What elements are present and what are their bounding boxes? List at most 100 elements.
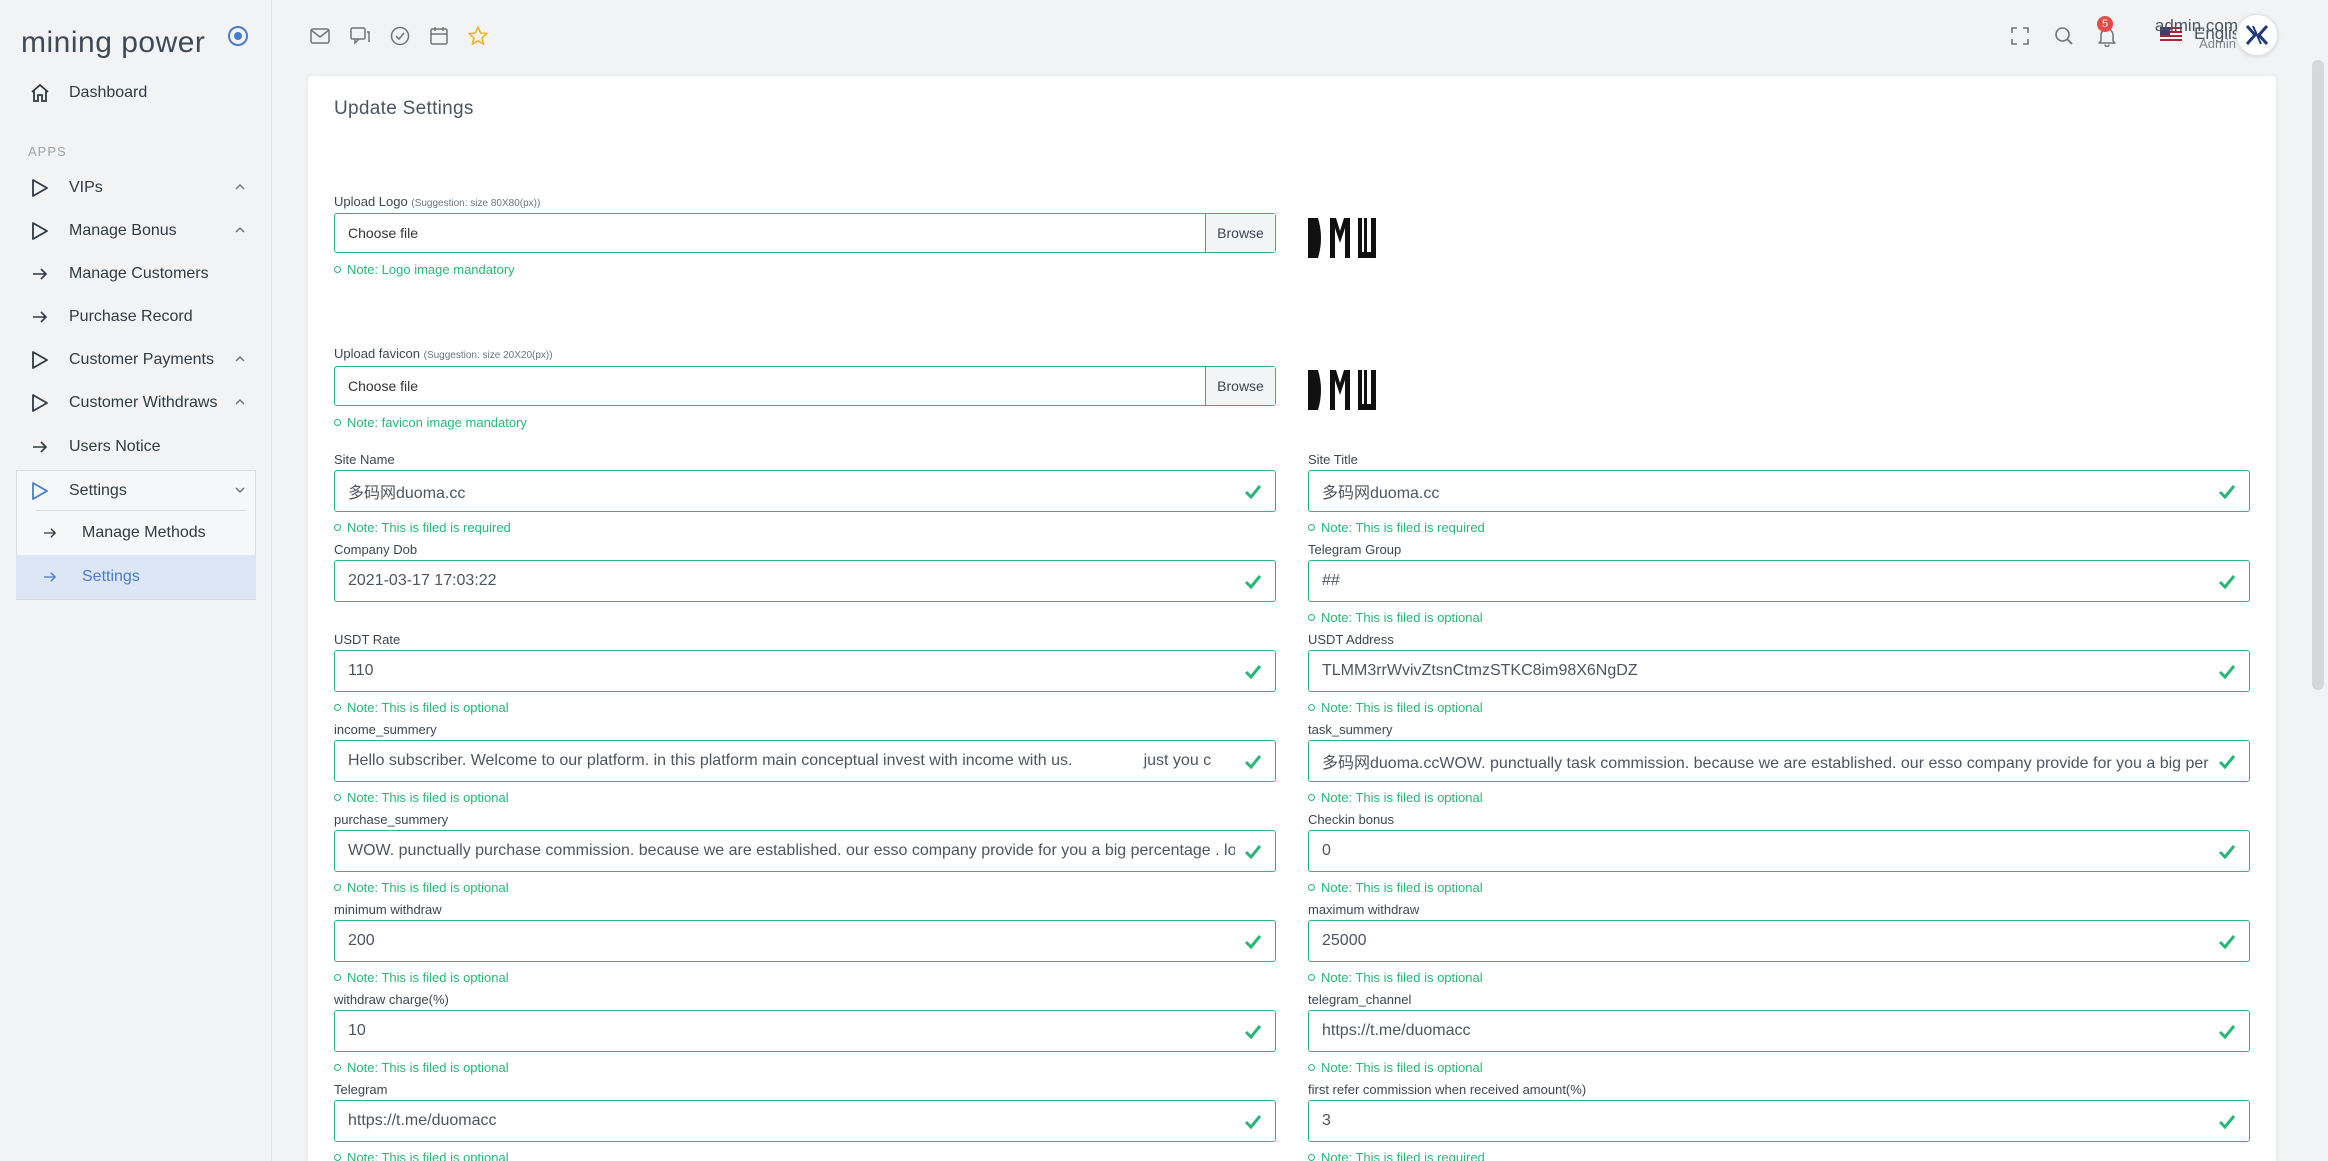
usdt-rate-input[interactable]: 110 — [334, 650, 1276, 692]
fullscreen-icon[interactable] — [2008, 24, 2032, 48]
sidebar-item-label: Customer Payments — [69, 351, 214, 368]
withdraw-charge-input[interactable]: 10 — [334, 1010, 1276, 1052]
sidebar: mining power Dashboard APPS VIPs Manage … — [0, 0, 272, 1161]
avatar[interactable] — [2236, 14, 2278, 56]
input-value: ## — [1322, 572, 1340, 589]
page-scrollbar[interactable] — [2312, 60, 2324, 690]
star-icon[interactable] — [466, 24, 490, 48]
valid-check-icon — [1244, 1115, 1262, 1130]
page-title: Update Settings — [334, 98, 474, 119]
topbar: English 5 admin.com Admin — [272, 0, 2328, 70]
input-value: 2021-03-17 17:03:22 — [348, 572, 497, 589]
company-dob-input[interactable]: 2021-03-17 17:03:22 — [334, 560, 1276, 602]
user-name[interactable]: admin.com — [2138, 16, 2238, 36]
mail-icon[interactable] — [308, 24, 332, 48]
input-value: WOW. punctually purchase commission. bec… — [348, 842, 1235, 859]
telegram-channel-input[interactable]: https://t.me/duomacc — [1308, 1010, 2250, 1052]
sidebar-item-settings[interactable]: Settings — [16, 470, 256, 512]
sidebar-item-customer-payments[interactable]: Customer Payments — [16, 339, 256, 381]
site-name-label: Site Name — [334, 452, 395, 467]
telegram-input[interactable]: https://t.me/duomacc — [334, 1100, 1276, 1142]
play-icon — [28, 391, 52, 415]
input-value: 多码网duoma.cc — [1322, 485, 1440, 502]
checkin-bonus-input[interactable]: 0 — [1308, 830, 2250, 872]
first-refer-commission-input[interactable]: 3 — [1308, 1100, 2250, 1142]
calendar-icon[interactable] — [427, 24, 451, 48]
favicon-preview-image — [1300, 350, 1380, 430]
user-role: Admin — [2199, 36, 2236, 51]
sidebar-item-label: Manage Methods — [82, 524, 206, 541]
sidebar-item-manage-bonus[interactable]: Manage Bonus — [16, 210, 256, 252]
sidebar-item-dashboard[interactable]: Dashboard — [16, 72, 256, 114]
valid-check-icon — [2218, 575, 2236, 590]
sidebar-item-manage-customers[interactable]: Manage Customers — [16, 253, 256, 295]
minimum-withdraw-input[interactable]: 200 — [334, 920, 1276, 962]
sidebar-item-label: Dashboard — [69, 84, 148, 101]
task-summery-input[interactable]: 多码网duoma.ccWOW. punctually task commissi… — [1308, 740, 2250, 782]
sidebar-item-customer-withdraws[interactable]: Customer Withdraws — [16, 382, 256, 424]
field-note: Note: This is filed is optional — [1308, 970, 1483, 985]
purchase-summery-input[interactable]: WOW. punctually purchase commission. bec… — [334, 830, 1276, 872]
field-note: Note: This is filed is required — [1308, 1150, 1485, 1161]
valid-check-icon — [2218, 485, 2236, 500]
file-placeholder: Choose file — [348, 225, 419, 241]
input-value: 25000 — [1322, 932, 1367, 949]
valid-check-icon — [1244, 845, 1262, 860]
browse-button[interactable]: Browse — [1205, 367, 1275, 405]
arrow-right-icon — [28, 435, 52, 459]
valid-check-icon — [1244, 485, 1262, 500]
settings-card: Update Settings Upload Logo (Suggestion:… — [308, 76, 2276, 1161]
site-title-label: Site Title — [1308, 452, 1358, 467]
company-dob-label: Company Dob — [334, 542, 418, 557]
maximum-withdraw-input[interactable]: 25000 — [1308, 920, 2250, 962]
valid-check-icon — [1244, 665, 1262, 680]
field-note: Note: This is filed is optional — [1308, 700, 1483, 715]
telegram-group-input[interactable]: ## — [1308, 560, 2250, 602]
browse-button[interactable]: Browse — [1205, 214, 1275, 252]
input-value: 多码网duoma.cc — [348, 485, 466, 502]
telegram-channel-label: telegram_channel — [1308, 992, 1412, 1007]
valid-check-icon — [2218, 665, 2236, 680]
income-summery-input[interactable]: Hello subscriber. Welcome to our platfor… — [334, 740, 1276, 782]
sidebar-item-label: Purchase Record — [69, 308, 193, 325]
chat-icon[interactable] — [348, 24, 372, 48]
field-label-text: Upload favicon — [334, 346, 420, 361]
search-icon[interactable] — [2052, 24, 2076, 48]
valid-check-icon — [1244, 575, 1262, 590]
telegram-label: Telegram — [334, 1082, 388, 1097]
checkin-bonus-label: Checkin bonus — [1308, 812, 1394, 827]
site-title-input[interactable]: 多码网duoma.cc — [1308, 470, 2250, 512]
input-value: TLMM3rrWvivZtsnCtmzSTKC8im98X6NgDZ — [1322, 662, 1638, 679]
sidebar-item-users-notice[interactable]: Users Notice — [16, 426, 256, 468]
site-name-input[interactable]: 多码网duoma.cc — [334, 470, 1276, 512]
sidebar-item-manage-methods[interactable]: Manage Methods — [16, 512, 256, 554]
arrow-right-icon — [28, 262, 52, 286]
sidebar-item-label: Manage Customers — [69, 265, 209, 282]
input-value: 3 — [1322, 1112, 1331, 1129]
usdt-address-input[interactable]: TLMM3rrWvivZtsnCtmzSTKC8im98X6NgDZ — [1308, 650, 2250, 692]
field-note: Note: This is filed is optional — [334, 700, 509, 715]
sidebar-toggle-icon[interactable] — [228, 26, 248, 46]
upload-favicon-label: Upload favicon (Suggestion: size 20X20(p… — [334, 346, 553, 361]
play-icon — [28, 348, 52, 372]
input-value: 10 — [348, 1022, 366, 1039]
section-label: APPS — [28, 144, 67, 159]
sidebar-item-vips[interactable]: VIPs — [16, 167, 256, 209]
favicon-file-input[interactable]: Choose file Browse — [334, 366, 1276, 406]
logo-file-input[interactable]: Choose file Browse — [334, 213, 1276, 253]
sidebar-item-label: Settings — [82, 568, 140, 585]
input-value: Hello subscriber. Welcome to our platfor… — [348, 752, 1212, 769]
check-circle-icon[interactable] — [388, 24, 412, 48]
task-summery-label: task_summery — [1308, 722, 1393, 737]
sidebar-item-purchase-record[interactable]: Purchase Record — [16, 296, 256, 338]
chevron-up-icon — [235, 183, 245, 190]
file-placeholder: Choose file — [348, 378, 419, 394]
field-note: Note: This is filed is optional — [1308, 790, 1483, 805]
field-note: Note: This is filed is optional — [334, 1060, 509, 1075]
play-icon — [28, 219, 52, 243]
sidebar-item-settings-sub[interactable]: Settings — [16, 555, 256, 599]
input-value: 0 — [1322, 842, 1331, 859]
input-value: 110 — [348, 662, 374, 679]
field-note: Note: favicon image mandatory — [334, 415, 527, 430]
input-value: 多码网duoma.ccWOW. punctually task commissi… — [1322, 755, 2209, 772]
